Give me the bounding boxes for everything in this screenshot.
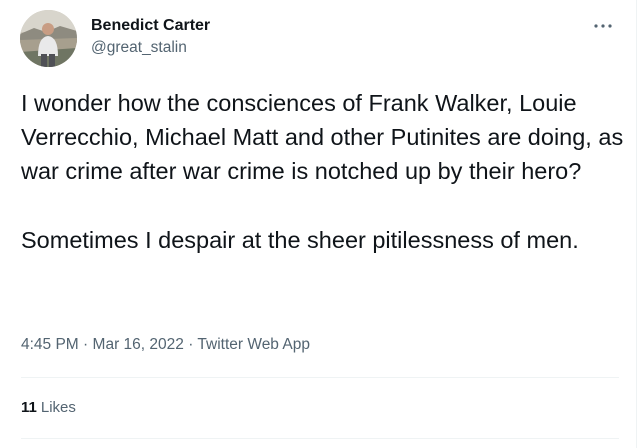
likes-stat[interactable]: 11 Likes — [21, 398, 76, 418]
tweet-date[interactable]: Mar 16, 2022 — [93, 336, 184, 353]
likes-label: Likes — [40, 399, 76, 416]
tweet-paragraph: I wonder how the consciences of Frank Wa… — [21, 90, 624, 185]
divider — [21, 377, 619, 378]
avatar[interactable] — [20, 10, 77, 67]
tweet-source[interactable]: Twitter Web App — [197, 336, 310, 353]
author-block: Benedict Carter @great_stalin — [91, 15, 210, 58]
tweet-paragraph: Sometimes I despair at the sheer pitiles… — [21, 226, 579, 253]
card-border — [636, 0, 637, 448]
divider — [21, 438, 619, 439]
tweet-time[interactable]: 4:45 PM — [21, 336, 79, 353]
tweet-card: Benedict Carter @great_stalin I wonder h… — [0, 0, 640, 448]
author-display-name[interactable]: Benedict Carter — [91, 15, 210, 37]
meta-separator: · — [188, 336, 194, 353]
likes-count: 11 — [21, 399, 37, 416]
tweet-text: I wonder how the consciences of Frank Wa… — [21, 86, 626, 257]
tweet-metadata: 4:45 PM · Mar 16, 2022 · Twitter Web App — [21, 335, 310, 355]
avatar-photo — [20, 10, 77, 67]
author-handle[interactable]: @great_stalin — [91, 38, 210, 58]
meta-separator: · — [83, 336, 89, 353]
more-horizontal-icon[interactable] — [592, 20, 614, 32]
